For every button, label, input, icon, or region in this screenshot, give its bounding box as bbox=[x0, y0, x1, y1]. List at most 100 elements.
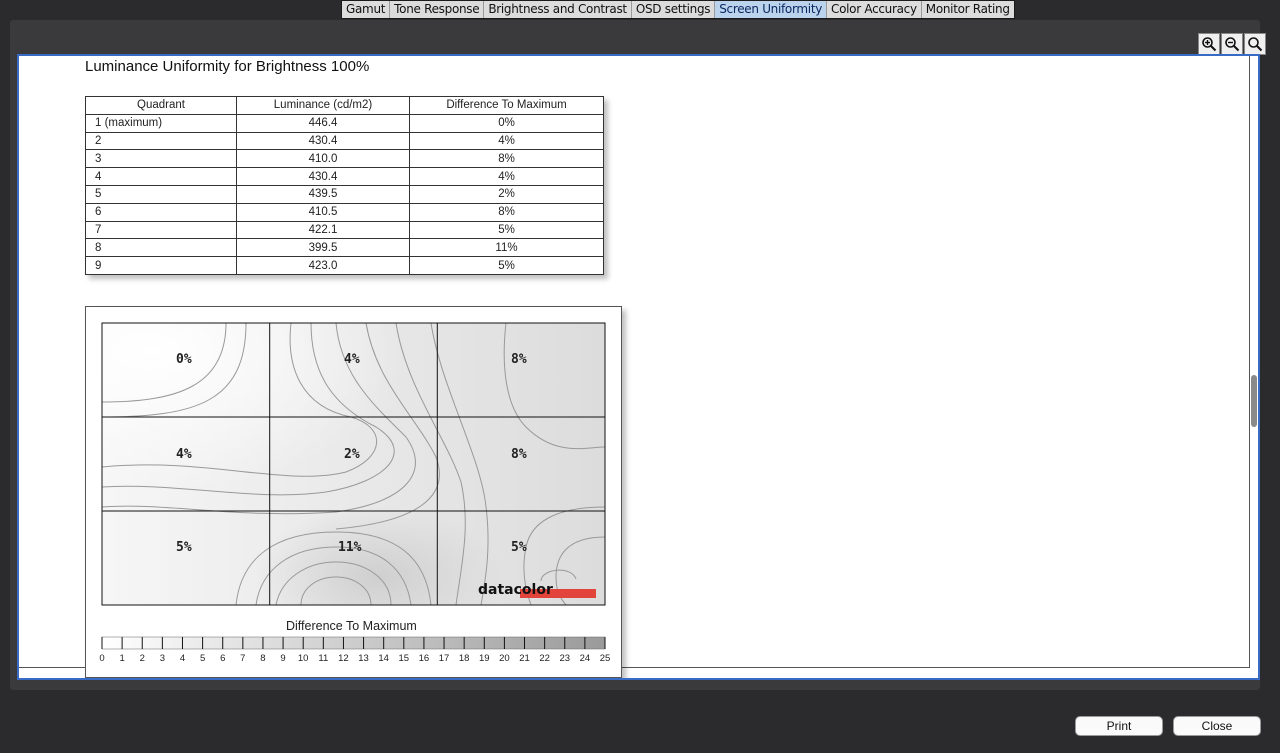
difference-cell: 4% bbox=[409, 131, 604, 151]
legend-tick-label: 0 bbox=[99, 653, 105, 664]
legend-tick-label: 14 bbox=[378, 653, 389, 664]
table-row: 4 430.4 4% bbox=[85, 167, 604, 186]
table-row: 2 430.4 4% bbox=[85, 131, 604, 151]
legend-tick-label: 16 bbox=[418, 653, 430, 664]
table-row: 3 410.0 8% bbox=[85, 149, 604, 169]
quadrant-2-value: 4% bbox=[344, 352, 360, 367]
legend-tick-label: 24 bbox=[579, 653, 591, 664]
tab-screen-uniformity[interactable]: Screen Uniformity bbox=[715, 1, 828, 18]
luminance-cell: 446.4 bbox=[236, 113, 410, 133]
difference-cell: 8% bbox=[409, 202, 604, 222]
legend-tick-label: 11 bbox=[318, 653, 329, 664]
legend-tick-label: 13 bbox=[358, 653, 369, 664]
legend-tick-label: 5 bbox=[199, 653, 206, 664]
legend-tick-label: 4 bbox=[179, 653, 186, 664]
zoom-in-button[interactable] bbox=[1198, 33, 1220, 55]
difference-cell: 0% bbox=[409, 113, 604, 133]
legend-tick-label: 19 bbox=[478, 653, 490, 664]
zoom-toolbar bbox=[1197, 33, 1266, 55]
luminance-cell: 439.5 bbox=[236, 184, 410, 204]
quadrant-cell: 1 (maximum) bbox=[85, 113, 237, 133]
legend-tick-label: 25 bbox=[599, 653, 611, 664]
legend-gradient bbox=[101, 636, 606, 650]
table-row: 5 439.5 2% bbox=[85, 184, 604, 204]
quadrant-3-value: 8% bbox=[511, 352, 527, 367]
tab-brightness-contrast[interactable]: Brightness and Contrast bbox=[484, 1, 632, 18]
vertical-scrollbar[interactable] bbox=[1251, 375, 1257, 427]
column-header: Luminance (cd/m2) bbox=[236, 96, 410, 115]
legend-tick-label: 21 bbox=[519, 653, 530, 664]
table-header-row: Quadrant Luminance (cd/m2) Difference To… bbox=[85, 96, 604, 115]
luminance-cell: 410.0 bbox=[236, 149, 410, 169]
legend-tick-label: 7 bbox=[240, 653, 246, 664]
table-row: 9 423.0 5% bbox=[85, 256, 604, 275]
report-tabs: Gamut Tone Response Brightness and Contr… bbox=[341, 0, 1015, 19]
difference-cell: 5% bbox=[409, 220, 604, 240]
table-row: 6 410.5 8% bbox=[85, 202, 604, 222]
legend-tick-label: 15 bbox=[398, 653, 410, 664]
quadrant-1-value: 0% bbox=[176, 352, 192, 367]
table-row: 7 422.1 5% bbox=[85, 220, 604, 240]
legend-tick-label: 23 bbox=[559, 653, 571, 664]
legend-tick-label: 22 bbox=[539, 653, 550, 664]
difference-cell: 5% bbox=[409, 256, 604, 275]
legend-tick-label: 6 bbox=[220, 653, 226, 664]
quadrant-cell: 8 bbox=[85, 238, 237, 258]
quadrant-cell: 5 bbox=[85, 184, 237, 204]
column-header: Difference To Maximum bbox=[409, 96, 604, 115]
close-button[interactable]: Close bbox=[1173, 716, 1261, 736]
luminance-cell: 430.4 bbox=[236, 131, 410, 151]
quadrant-7-value: 5% bbox=[176, 540, 192, 555]
quadrant-6-value: 8% bbox=[511, 447, 527, 462]
report-viewport[interactable]: Luminance Uniformity for Brightness 100%… bbox=[17, 54, 1260, 680]
luminance-cell: 422.1 bbox=[236, 220, 410, 240]
quadrant-cell: 9 bbox=[85, 256, 237, 275]
luminance-cell: 399.5 bbox=[236, 238, 410, 258]
legend-tick-label: 3 bbox=[159, 653, 165, 664]
zoom-fit-button[interactable] bbox=[1244, 33, 1266, 55]
legend-tick-label: 9 bbox=[280, 653, 286, 664]
legend-tick-label: 2 bbox=[139, 653, 145, 664]
legend-tick-label: 1 bbox=[119, 653, 125, 664]
zoom-fit-icon bbox=[1248, 37, 1263, 52]
quadrant-cell: 3 bbox=[85, 149, 237, 169]
table-row: 1 (maximum) 446.4 0% bbox=[85, 113, 604, 133]
zoom-out-button[interactable] bbox=[1221, 33, 1243, 55]
quadrant-8-value: 11% bbox=[338, 540, 362, 555]
difference-cell: 8% bbox=[409, 149, 604, 169]
table-row: 8 399.5 11% bbox=[85, 238, 604, 258]
tab-monitor-rating[interactable]: Monitor Rating bbox=[922, 1, 1014, 18]
legend-tick-label: 10 bbox=[297, 653, 309, 664]
zoom-out-icon bbox=[1225, 37, 1240, 52]
zoom-in-icon bbox=[1202, 37, 1217, 52]
print-button[interactable]: Print bbox=[1075, 716, 1163, 736]
legend-tick-label: 8 bbox=[260, 653, 266, 664]
legend-tick-label: 12 bbox=[338, 653, 349, 664]
luminance-cell: 410.5 bbox=[236, 202, 410, 222]
legend-tick-label: 20 bbox=[499, 653, 510, 664]
quadrant-cell: 4 bbox=[85, 167, 237, 186]
tab-tone-response[interactable]: Tone Response bbox=[390, 1, 485, 18]
report-title: Luminance Uniformity for Brightness 100% bbox=[85, 58, 370, 75]
quadrant-4-value: 4% bbox=[176, 447, 192, 462]
quadrant-cell: 6 bbox=[85, 202, 237, 222]
quadrant-9-value: 5% bbox=[511, 540, 527, 555]
uniformity-map: 0% 4% 8% 4% 2% 8% 5% 11% 5% datacolor Di… bbox=[85, 306, 622, 678]
quadrant-cell: 2 bbox=[85, 131, 237, 151]
legend-title: Difference To Maximum bbox=[286, 619, 417, 633]
quadrant-5-value: 2% bbox=[344, 447, 360, 462]
difference-cell: 11% bbox=[409, 238, 604, 258]
luminance-cell: 430.4 bbox=[236, 167, 410, 186]
legend-tick-label: 18 bbox=[458, 653, 470, 664]
tab-gamut[interactable]: Gamut bbox=[342, 1, 391, 18]
datacolor-logo: datacolor bbox=[478, 582, 553, 598]
difference-cell: 4% bbox=[409, 167, 604, 186]
uniformity-table: Quadrant Luminance (cd/m2) Difference To… bbox=[85, 96, 604, 275]
legend-tick-label: 17 bbox=[438, 653, 450, 664]
tab-color-accuracy[interactable]: Color Accuracy bbox=[827, 1, 922, 18]
column-header: Quadrant bbox=[85, 96, 237, 115]
luminance-cell: 423.0 bbox=[236, 256, 410, 275]
tab-osd-settings[interactable]: OSD settings bbox=[632, 1, 716, 18]
quadrant-cell: 7 bbox=[85, 220, 237, 240]
difference-cell: 2% bbox=[409, 184, 604, 204]
